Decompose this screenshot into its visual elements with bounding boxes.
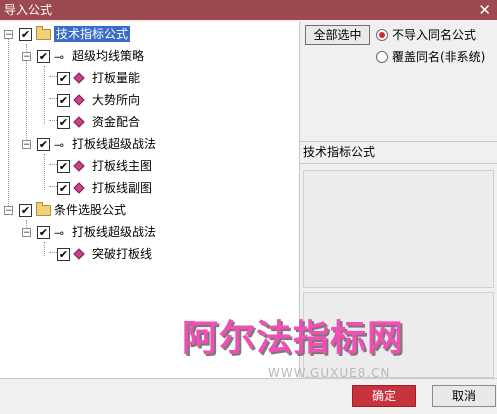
ok-button[interactable]: 确定 xyxy=(352,385,416,407)
formula-tree[interactable]: − ✔ 技术指标公式 − ✔ ⊸ 超级均线策略 ✔ 打板量能 ✔ 大势所向 ✔ … xyxy=(0,22,300,378)
radio-overwrite-duplicates[interactable] xyxy=(376,51,388,63)
formula-icon xyxy=(73,72,85,84)
tree-node-strategy[interactable]: − ✔ ⊸ 打板线超级战法 xyxy=(0,222,299,242)
node-checkbox[interactable]: ✔ xyxy=(37,138,50,151)
formula-icon xyxy=(73,94,85,106)
radio-label: 不导入同名公式 xyxy=(392,28,477,42)
collapse-toggle[interactable]: − xyxy=(22,140,31,150)
node-label: 打板量能 xyxy=(92,71,141,85)
strategy-icon: ⊸ xyxy=(54,138,65,152)
node-checkbox[interactable]: ✔ xyxy=(57,72,70,85)
tree-node-strategy[interactable]: − ✔ ⊸ 打板线超级战法 xyxy=(0,134,299,154)
node-checkbox[interactable]: ✔ xyxy=(57,116,70,129)
cancel-button[interactable]: 取消 xyxy=(432,385,496,407)
tree-node-formula[interactable]: ✔ 打板量能 xyxy=(0,68,299,88)
node-label: 资金配合 xyxy=(92,115,141,129)
tree-node-formula[interactable]: ✔ 大势所向 xyxy=(0,90,299,110)
radio-skip-duplicates[interactable] xyxy=(376,29,388,41)
window-title: 导入公式 xyxy=(4,3,53,17)
node-label: 打板线超级战法 xyxy=(72,225,157,239)
title-bar: 导入公式 ✕ xyxy=(0,0,497,20)
tree-node-folder[interactable]: − ✔ 技术指标公式 xyxy=(0,24,299,44)
folder-icon xyxy=(36,202,51,216)
node-label: 超级均线策略 xyxy=(72,49,145,63)
node-checkbox[interactable]: ✔ xyxy=(57,94,70,107)
select-all-button[interactable]: 全部选中 xyxy=(305,25,370,45)
formula-icon xyxy=(73,116,85,128)
node-checkbox[interactable]: ✔ xyxy=(57,182,70,195)
tree-node-formula[interactable]: ✔ 突破打板线 xyxy=(0,244,299,264)
collapse-toggle[interactable]: − xyxy=(22,52,31,62)
strategy-icon: ⊸ xyxy=(54,226,65,240)
tree-node-formula[interactable]: ✔ 打板线副图 xyxy=(0,178,299,198)
node-label: 条件选股公式 xyxy=(54,203,127,217)
node-label: 突破打板线 xyxy=(92,247,153,261)
node-checkbox[interactable]: ✔ xyxy=(37,226,50,239)
collapse-toggle[interactable]: − xyxy=(22,228,31,238)
node-label: 打板线超级战法 xyxy=(72,137,157,151)
node-label: 打板线主图 xyxy=(92,159,153,173)
formula-icon xyxy=(73,160,85,172)
node-checkbox[interactable]: ✔ xyxy=(57,248,70,261)
tree-node-strategy[interactable]: − ✔ ⊸ 超级均线策略 xyxy=(0,46,299,66)
radio-label: 覆盖同名(非系统) xyxy=(392,50,486,64)
node-checkbox[interactable]: ✔ xyxy=(19,28,32,41)
collapse-toggle[interactable]: − xyxy=(4,30,13,40)
formula-icon xyxy=(73,182,85,194)
node-label: 大势所向 xyxy=(92,93,141,107)
formula-info-panel xyxy=(303,170,494,288)
node-checkbox[interactable]: ✔ xyxy=(19,204,32,217)
divider xyxy=(300,141,497,142)
options-pane: 全部选中 不导入同名公式 覆盖同名(非系统) 技术指标公式 xyxy=(300,22,497,378)
divider xyxy=(300,163,497,164)
formula-description-panel xyxy=(303,292,494,378)
tree-node-formula[interactable]: ✔ 打板线主图 xyxy=(0,156,299,176)
tree-node-folder[interactable]: − ✔ 条件选股公式 xyxy=(0,200,299,220)
node-checkbox[interactable]: ✔ xyxy=(37,50,50,63)
tree-node-formula[interactable]: ✔ 资金配合 xyxy=(0,112,299,132)
footer xyxy=(0,378,497,414)
formula-icon xyxy=(73,248,85,260)
close-icon[interactable]: ✕ xyxy=(474,0,491,20)
collapse-toggle[interactable]: − xyxy=(4,206,13,216)
node-label: 打板线副图 xyxy=(92,181,153,195)
strategy-icon: ⊸ xyxy=(54,50,65,64)
folder-icon xyxy=(36,26,51,40)
section-title: 技术指标公式 xyxy=(303,145,376,159)
node-label: 技术指标公式 xyxy=(54,26,131,42)
node-checkbox[interactable]: ✔ xyxy=(57,160,70,173)
